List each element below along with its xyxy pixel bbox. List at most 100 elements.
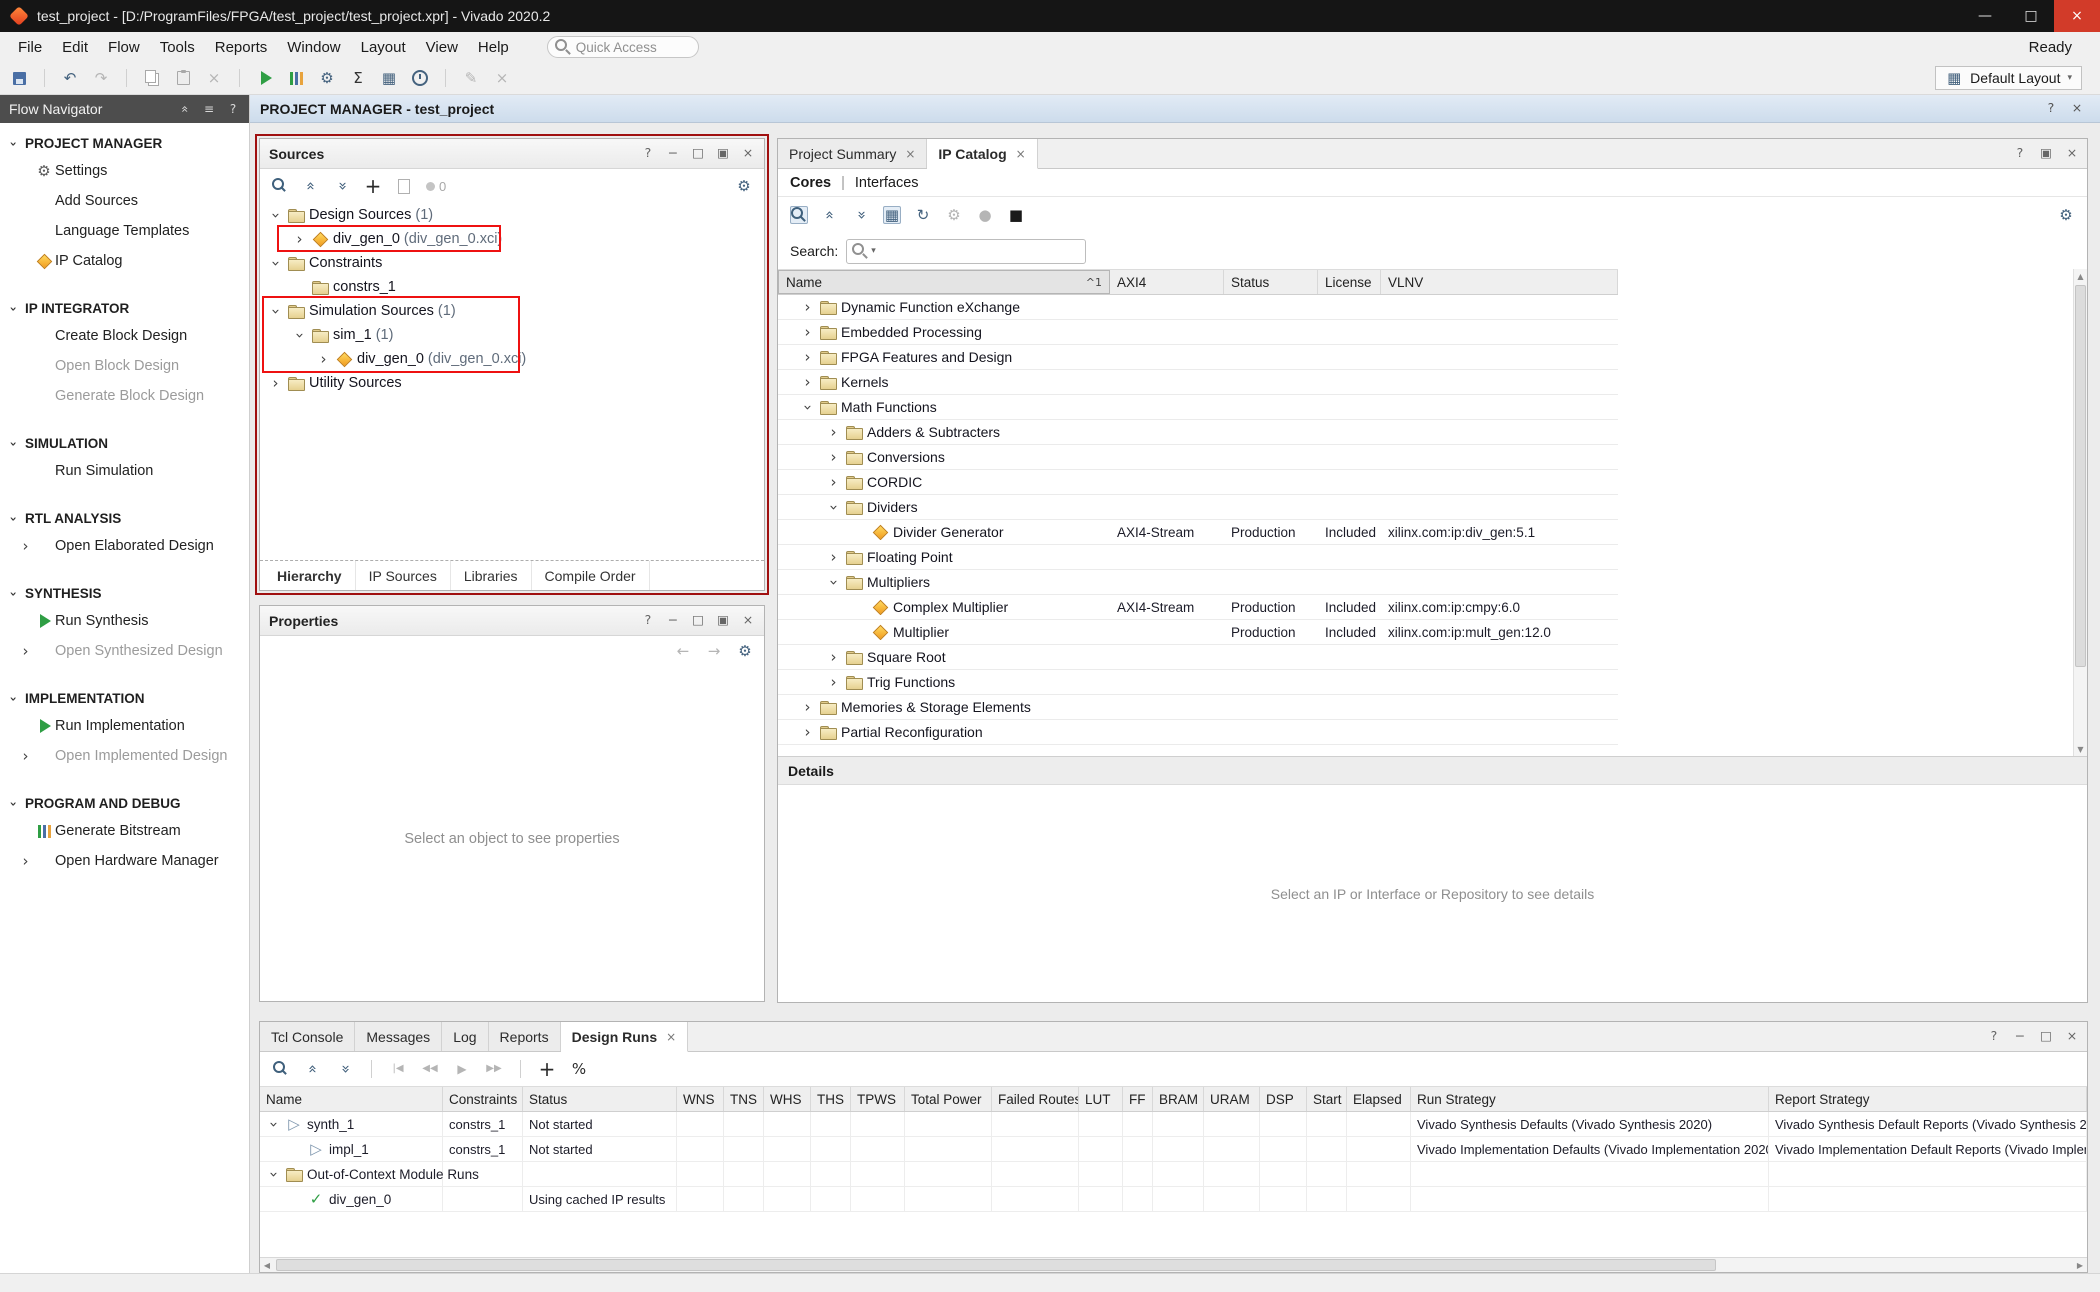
ip-catalog-row[interactable]: ›Dividers bbox=[778, 495, 1618, 520]
tab-reports[interactable]: Reports bbox=[489, 1022, 561, 1051]
close-icon[interactable]: × bbox=[741, 614, 755, 628]
ip-status-icon[interactable]: ● bbox=[976, 206, 994, 224]
fn-item-open-hardware-manager[interactable]: ›Open Hardware Manager bbox=[0, 846, 249, 876]
fn-section-header[interactable]: ›SYNTHESIS bbox=[0, 581, 249, 606]
ip-catalog-row[interactable]: ›Kernels bbox=[778, 370, 1618, 395]
runs-column-run-strategy[interactable]: Run Strategy bbox=[1411, 1087, 1769, 1111]
source-tree-item[interactable]: ›constrs_1 bbox=[260, 275, 764, 299]
close-button[interactable]: × bbox=[2054, 0, 2100, 32]
runs-column-ths[interactable]: THS bbox=[811, 1087, 851, 1111]
copy-icon[interactable] bbox=[143, 69, 161, 87]
maximize-icon[interactable]: □ bbox=[691, 147, 705, 161]
menu-window[interactable]: Window bbox=[277, 34, 350, 61]
fn-item-open-elaborated-design[interactable]: ›Open Elaborated Design bbox=[0, 531, 249, 561]
close-icon[interactable]: × bbox=[666, 1030, 676, 1044]
source-tree-item[interactable]: ›Design Sources (1) bbox=[260, 203, 764, 227]
save-icon[interactable] bbox=[10, 69, 28, 87]
fn-item-open-implemented-design[interactable]: ›Open Implemented Design bbox=[0, 741, 249, 771]
fn-item-language-templates[interactable]: Language Templates bbox=[0, 216, 249, 246]
back-icon[interactable]: ← bbox=[674, 642, 692, 660]
runs-column-dsp[interactable]: DSP bbox=[1260, 1087, 1307, 1111]
sources-tab-compile-order[interactable]: Compile Order bbox=[532, 561, 650, 590]
expander-icon[interactable]: › bbox=[292, 328, 307, 343]
fn-item-settings[interactable]: ⚙Settings bbox=[0, 156, 249, 186]
expander-icon[interactable]: › bbox=[826, 575, 841, 590]
maximize-button[interactable]: □ bbox=[2008, 0, 2054, 32]
float-icon[interactable]: ▣ bbox=[2039, 147, 2053, 161]
stop-icon[interactable]: ■ bbox=[1007, 206, 1025, 224]
subtab-cores[interactable]: Cores bbox=[790, 175, 831, 191]
close-icon[interactable]: × bbox=[905, 147, 915, 161]
menu-reports[interactable]: Reports bbox=[205, 34, 278, 61]
source-tree-item[interactable]: ›sim_1 (1) bbox=[260, 323, 764, 347]
expander-icon[interactable]: › bbox=[826, 650, 841, 665]
close-icon[interactable]: × bbox=[2070, 102, 2084, 116]
scrollbar-thumb[interactable] bbox=[276, 1259, 1716, 1271]
fn-section-header[interactable]: ›PROJECT MANAGER bbox=[0, 131, 249, 156]
gear-icon[interactable]: ⚙ bbox=[736, 642, 754, 660]
ip-catalog-row[interactable]: ›Complex MultiplierAXI4-StreamProduction… bbox=[778, 595, 1618, 620]
expander-icon[interactable]: › bbox=[826, 450, 841, 465]
close-icon[interactable]: × bbox=[741, 147, 755, 161]
collapse-all-icon[interactable]: « bbox=[304, 1060, 322, 1078]
collapse-all-icon[interactable]: « bbox=[302, 177, 320, 195]
collapse-all-icon[interactable]: « bbox=[821, 206, 839, 224]
fn-section-header[interactable]: ›IMPLEMENTATION bbox=[0, 686, 249, 711]
fn-item-open-block-design[interactable]: Open Block Design bbox=[0, 351, 249, 381]
ip-catalog-row[interactable]: ›Memories & Storage Elements bbox=[778, 695, 1618, 720]
ip-catalog-row[interactable]: ›Floating Point bbox=[778, 545, 1618, 570]
expander-icon[interactable]: › bbox=[800, 325, 815, 340]
fn-item-generate-bitstream[interactable]: Generate Bitstream bbox=[0, 816, 249, 846]
forward-icon[interactable]: → bbox=[705, 642, 723, 660]
add-sources-icon[interactable]: + bbox=[364, 177, 382, 195]
timing-clock-icon[interactable] bbox=[411, 69, 429, 87]
fn-item-add-sources[interactable]: Add Sources bbox=[0, 186, 249, 216]
layout-grid-icon[interactable]: ▦ bbox=[380, 69, 398, 87]
design-run-row[interactable]: ›▷synth_1constrs_1Not startedVivado Synt… bbox=[260, 1112, 2087, 1137]
runs-column-ff[interactable]: FF bbox=[1123, 1087, 1153, 1111]
ip-catalog-row[interactable]: ›MultiplierProductionIncludedxilinx.com:… bbox=[778, 620, 1618, 645]
undo-icon[interactable]: ↶ bbox=[61, 69, 79, 87]
source-tree-item[interactable]: ›Utility Sources bbox=[260, 371, 764, 395]
help-icon[interactable]: ? bbox=[2013, 147, 2027, 161]
expander-icon[interactable]: › bbox=[826, 550, 841, 565]
expander-icon[interactable]: › bbox=[292, 232, 307, 247]
expander-icon[interactable]: › bbox=[268, 376, 283, 391]
ip-column-status[interactable]: Status bbox=[1224, 270, 1318, 294]
ip-column-name[interactable]: Name^1 bbox=[778, 270, 1110, 294]
scroll-right-icon[interactable]: ▶ bbox=[2073, 1258, 2087, 1272]
runs-column-status[interactable]: Status bbox=[523, 1087, 677, 1111]
expander-icon[interactable]: › bbox=[268, 304, 283, 319]
scrollbar-thumb[interactable] bbox=[2075, 285, 2086, 667]
properties-wrench-icon[interactable]: ⚙ bbox=[945, 206, 963, 224]
runs-column-start[interactable]: Start bbox=[1307, 1087, 1347, 1111]
help-icon[interactable]: ? bbox=[641, 147, 655, 161]
scroll-up-icon[interactable]: ▲ bbox=[2074, 269, 2087, 283]
fn-item-run-implementation[interactable]: Run Implementation bbox=[0, 711, 249, 741]
expander-icon[interactable]: › bbox=[826, 425, 841, 440]
layout-selector[interactable]: ▦ Default Layout ▾ bbox=[1935, 66, 2082, 90]
fn-section-header[interactable]: ›PROGRAM AND DEBUG bbox=[0, 791, 249, 816]
sources-tab-libraries[interactable]: Libraries bbox=[451, 561, 532, 590]
ip-catalog-row[interactable]: ›FPGA Features and Design bbox=[778, 345, 1618, 370]
ip-catalog-row[interactable]: ›Divider GeneratorAXI4-StreamProductionI… bbox=[778, 520, 1618, 545]
ip-search-input[interactable]: ▾ bbox=[846, 239, 1086, 264]
design-run-row[interactable]: ›▷impl_1constrs_1Not startedVivado Imple… bbox=[260, 1137, 2087, 1162]
runs-column-uram[interactable]: URAM bbox=[1204, 1087, 1260, 1111]
fn-item-run-simulation[interactable]: Run Simulation bbox=[0, 456, 249, 486]
close-icon[interactable]: × bbox=[1016, 147, 1026, 161]
percent-icon[interactable]: % bbox=[570, 1060, 588, 1078]
help-icon[interactable]: ? bbox=[226, 102, 240, 116]
source-tree-item[interactable]: ›div_gen_0 (div_gen_0.xci) bbox=[260, 347, 764, 371]
expander-icon[interactable]: › bbox=[800, 700, 815, 715]
tab-ip-catalog[interactable]: IP Catalog× bbox=[927, 139, 1037, 169]
maximize-icon[interactable]: □ bbox=[691, 614, 705, 628]
ip-catalog-row[interactable]: ›Math Functions bbox=[778, 395, 1618, 420]
tab-tcl-console[interactable]: Tcl Console bbox=[260, 1022, 355, 1051]
fn-item-run-synthesis[interactable]: Run Synthesis bbox=[0, 606, 249, 636]
tab-design-runs[interactable]: Design Runs× bbox=[561, 1022, 689, 1052]
quick-access-input[interactable]: Quick Access bbox=[547, 36, 699, 58]
ip-catalog-row[interactable]: ›Square Root bbox=[778, 645, 1618, 670]
design-run-row[interactable]: ›Out-of-Context Module Runs bbox=[260, 1162, 2087, 1187]
ip-column-axi4[interactable]: AXI4 bbox=[1110, 270, 1224, 294]
